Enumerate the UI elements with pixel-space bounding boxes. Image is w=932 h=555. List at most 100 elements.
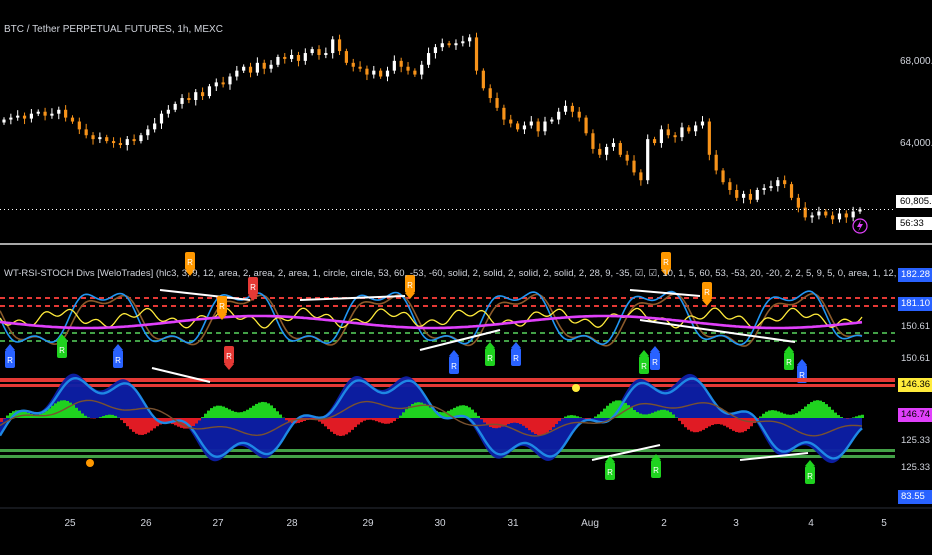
wt-hist-bar bbox=[840, 417, 843, 418]
wt-hist-bar bbox=[543, 418, 546, 434]
wt-hist-bar bbox=[654, 412, 657, 418]
candle-body bbox=[769, 186, 772, 188]
wt-hist-bar bbox=[480, 418, 483, 419]
wt-hist-bar bbox=[564, 417, 567, 418]
marker-label: R bbox=[250, 283, 256, 292]
wt-hist-bar bbox=[816, 400, 819, 418]
candle-body bbox=[612, 143, 615, 147]
divergence-line bbox=[640, 320, 795, 342]
candle-body bbox=[578, 112, 581, 118]
candle-body bbox=[85, 129, 88, 135]
wt-hist-bar bbox=[3, 418, 6, 419]
candle-body bbox=[783, 180, 786, 184]
wt-hist-bar bbox=[804, 407, 807, 418]
marker-label: R bbox=[451, 362, 457, 371]
wt-hist-bar bbox=[711, 418, 714, 425]
candle-body bbox=[687, 127, 690, 131]
wt-hist-bar bbox=[81, 413, 84, 418]
marker-label: R bbox=[226, 352, 232, 361]
candle-body bbox=[283, 57, 286, 59]
wt-hist-bar bbox=[426, 405, 429, 418]
candle-body bbox=[632, 161, 635, 173]
wt-hist-bar bbox=[627, 405, 630, 418]
wt-hist-bar bbox=[477, 416, 480, 418]
wt-hist-bar bbox=[120, 418, 123, 420]
wt-hist-bar bbox=[345, 418, 348, 434]
indicator-axis-label: 83.55 bbox=[898, 490, 932, 504]
candle-body bbox=[393, 61, 396, 71]
wt-hist-bar bbox=[243, 411, 246, 418]
wt-hist-bar bbox=[732, 418, 735, 431]
time-axis-label: 30 bbox=[430, 518, 450, 529]
wt-hist-bar bbox=[699, 418, 702, 431]
wt-hist-bar bbox=[759, 416, 762, 418]
candle-body bbox=[701, 122, 704, 126]
signal-dot bbox=[572, 384, 580, 392]
candle-body bbox=[674, 135, 677, 137]
candle-body bbox=[263, 63, 266, 69]
wt-hist-bar bbox=[210, 408, 213, 418]
candle-body bbox=[571, 106, 574, 112]
candle-body bbox=[23, 116, 26, 119]
time-axis-label: 27 bbox=[208, 518, 228, 529]
candle-body bbox=[372, 71, 375, 75]
wt-hist-bar bbox=[261, 402, 264, 418]
marker-label: R bbox=[115, 356, 121, 365]
wt-hist-bar bbox=[348, 418, 351, 432]
wt-hist-bar bbox=[339, 418, 342, 436]
wt-hist-bar bbox=[642, 414, 645, 418]
wt-hist-bar bbox=[204, 414, 207, 418]
wt-hist-bar bbox=[825, 404, 828, 418]
wt-hist-bar bbox=[363, 418, 366, 421]
wt-hist-bar bbox=[765, 412, 768, 418]
wt-hist-bar bbox=[570, 415, 573, 418]
wt-hist-bar bbox=[390, 418, 393, 423]
wt-hist-bar bbox=[828, 407, 831, 418]
wt-hist-bar bbox=[144, 418, 147, 434]
candle-body bbox=[167, 110, 170, 114]
wt-hist-bar bbox=[834, 413, 837, 418]
wt-hist-bar bbox=[546, 418, 549, 433]
wt-hist-bar bbox=[129, 418, 132, 429]
wt-hist-bar bbox=[777, 411, 780, 418]
wt-hist-bar bbox=[279, 415, 282, 418]
candle-body bbox=[365, 69, 368, 75]
candle-body bbox=[763, 188, 766, 190]
candle-body bbox=[543, 122, 546, 132]
candle-body bbox=[776, 180, 779, 186]
candle-body bbox=[454, 43, 457, 45]
candle-body bbox=[276, 57, 279, 65]
candle-body bbox=[256, 63, 259, 73]
bearish-marker: R bbox=[224, 346, 234, 370]
wt-hist-bar bbox=[768, 410, 771, 418]
bullish-marker: R bbox=[113, 344, 123, 368]
wt-hist-bar bbox=[801, 409, 804, 418]
candle-body bbox=[502, 108, 505, 120]
wt-hist-bar bbox=[519, 418, 522, 424]
wt-hist-bar bbox=[492, 418, 495, 428]
wt-hist-bar bbox=[717, 418, 720, 424]
wt-hist-bar bbox=[192, 418, 195, 426]
marker-label: R bbox=[653, 466, 659, 475]
wt-hist-bar bbox=[231, 411, 234, 418]
wt-hist-bar bbox=[267, 403, 270, 418]
wt-hist-bar bbox=[645, 414, 648, 418]
candle-body bbox=[352, 63, 355, 67]
marker-label: R bbox=[187, 258, 193, 267]
wt-hist-bar bbox=[567, 415, 570, 418]
wt-hist-bar bbox=[405, 409, 408, 418]
wt-hist-bar bbox=[555, 418, 558, 424]
bearish-marker: R bbox=[702, 282, 712, 306]
wt-hist-bar bbox=[396, 418, 399, 419]
wt-hist-bar bbox=[837, 415, 840, 418]
candle-body bbox=[626, 155, 629, 161]
wt-hist-bar bbox=[762, 414, 765, 418]
candle-body bbox=[420, 65, 423, 75]
candle-body bbox=[509, 120, 512, 124]
candle-body bbox=[427, 53, 430, 65]
wt-hist-bar bbox=[99, 417, 102, 418]
candle-body bbox=[838, 213, 841, 219]
marker-label: R bbox=[59, 346, 65, 355]
indicator-axis-label: 181.10 bbox=[898, 297, 932, 311]
time-axis-label: 26 bbox=[136, 518, 156, 529]
